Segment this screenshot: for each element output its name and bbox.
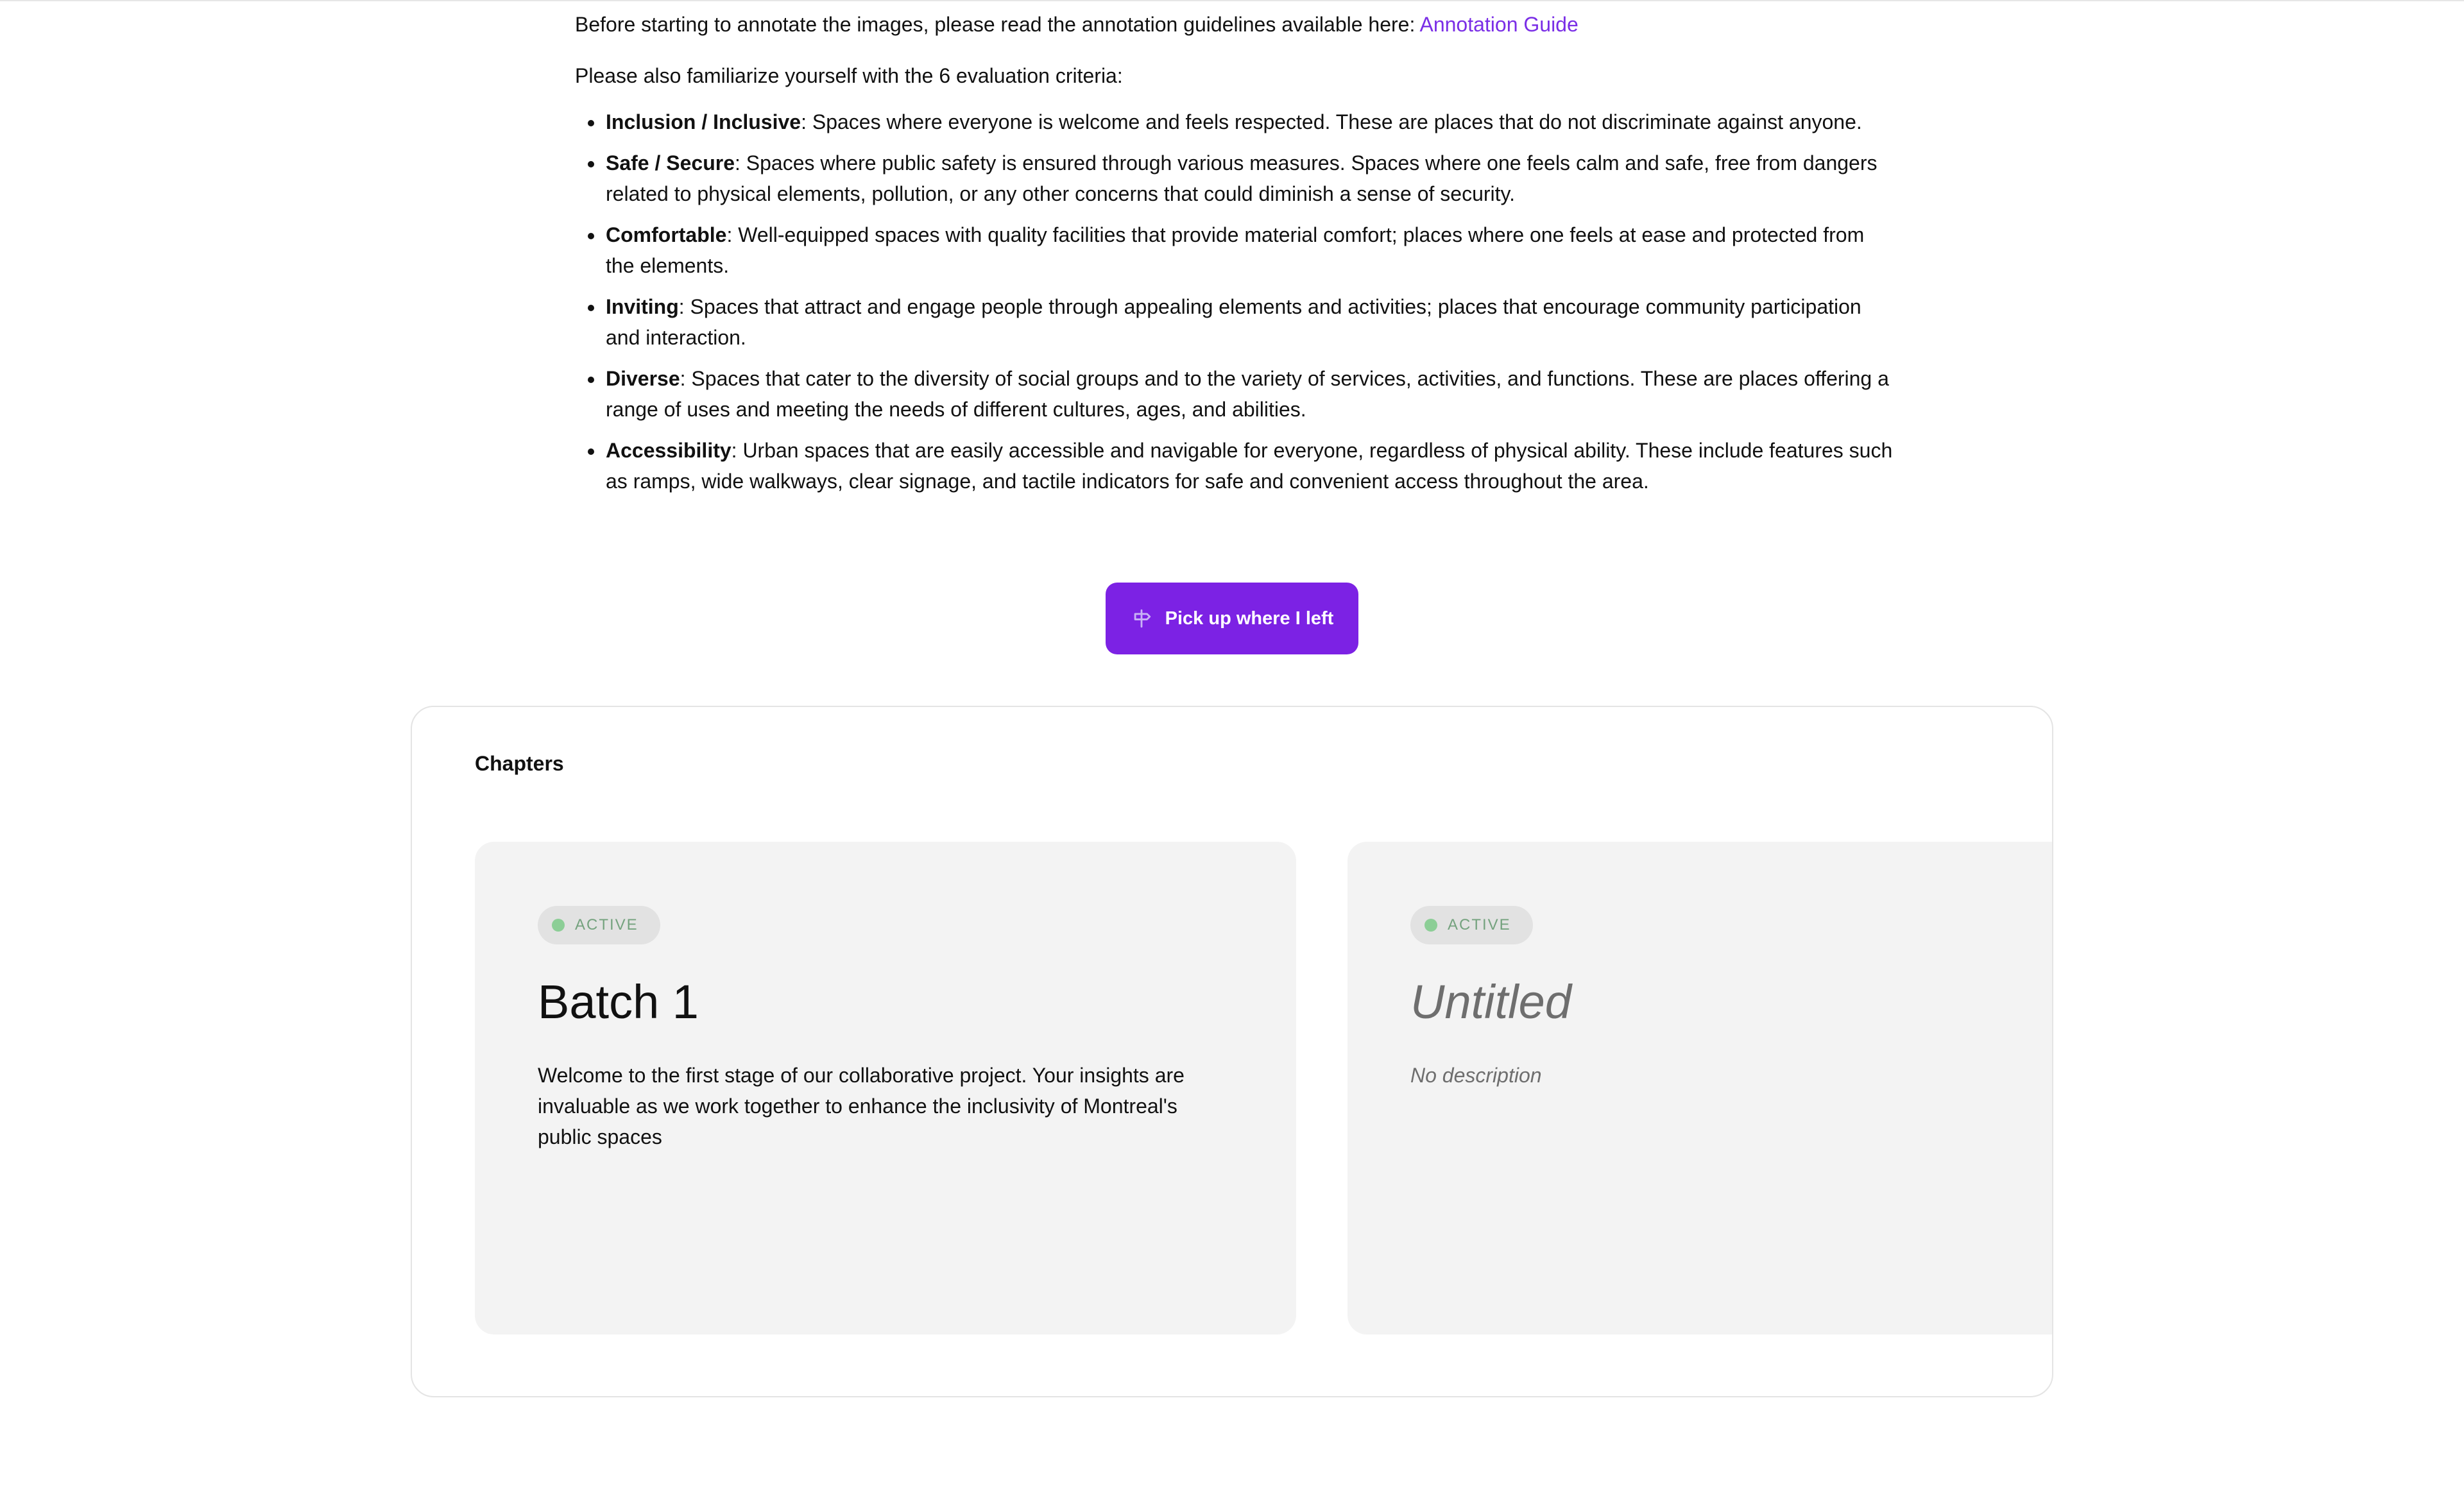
chapter-title: Batch 1 <box>538 975 699 1028</box>
status-badge: ACTIVE <box>1410 906 1533 944</box>
status-label: ACTIVE <box>575 916 638 933</box>
chapters-panel: Chapters ACTIVE Batch 1 Welcome to the f… <box>411 706 2053 1397</box>
guide-text: Before starting to annotate the images, … <box>575 13 1420 36</box>
chapters-title: Chapters <box>475 752 564 775</box>
criteria-item-comfortable: Comfortable: Well-equipped spaces with q… <box>588 219 1897 281</box>
pick-up-button[interactable]: Pick up where I left <box>1106 583 1358 654</box>
criteria-item-inviting: Inviting: Spaces that attract and engage… <box>588 291 1897 353</box>
criteria-item-accessibility: Accessibility: Urban spaces that are eas… <box>588 435 1897 497</box>
criteria-text: : Urban spaces that are easily accessibl… <box>606 439 1893 493</box>
criteria-item-diverse: Diverse: Spaces that cater to the divers… <box>588 363 1897 425</box>
chapter-description: Welcome to the first stage of our collab… <box>538 1064 1185 1148</box>
status-label: ACTIVE <box>1448 916 1511 933</box>
criteria-term: Inclusion / Inclusive <box>606 110 801 133</box>
criteria-text: : Well-equipped spaces with quality faci… <box>606 223 1865 277</box>
criteria-term: Comfortable <box>606 223 727 246</box>
chapter-card-batch-1[interactable]: ACTIVE Batch 1 Welcome to the first stag… <box>475 842 1296 1334</box>
criteria-term: Diverse <box>606 367 680 390</box>
criteria-item-inclusive: Inclusion / Inclusive: Spaces where ever… <box>588 107 1897 137</box>
chapter-title: Untitled <box>1410 975 1571 1028</box>
status-dot-icon <box>1425 919 1437 932</box>
intro-section: Before starting to annotate the images, … <box>575 9 1897 507</box>
guide-paragraph: Before starting to annotate the images, … <box>575 9 1897 40</box>
status-dot-icon <box>552 919 565 932</box>
criteria-list: Inclusion / Inclusive: Spaces where ever… <box>575 107 1897 497</box>
criteria-text: : Spaces where public safety is ensured … <box>606 151 1878 205</box>
status-badge: ACTIVE <box>538 906 660 944</box>
top-divider <box>0 0 2464 1</box>
criteria-term: Accessibility <box>606 439 732 462</box>
criteria-text: : Spaces that cater to the diversity of … <box>606 367 1889 421</box>
annotation-guide-link[interactable]: Annotation Guide <box>1419 13 1578 36</box>
criteria-term: Inviting <box>606 295 679 318</box>
criteria-term: Safe / Secure <box>606 151 735 175</box>
signpost-icon <box>1131 608 1152 629</box>
pick-up-label: Pick up where I left <box>1165 608 1334 629</box>
criteria-item-safe: Safe / Secure: Spaces where public safet… <box>588 148 1897 209</box>
criteria-text: : Spaces where everyone is welcome and f… <box>801 110 1862 133</box>
chapter-card-untitled[interactable]: ACTIVE Untitled No description <box>1348 842 2052 1334</box>
criteria-intro: Please also familiarize yourself with th… <box>575 64 1123 87</box>
chapter-description: No description <box>1410 1064 1542 1087</box>
criteria-text: : Spaces that attract and engage people … <box>606 295 1861 349</box>
